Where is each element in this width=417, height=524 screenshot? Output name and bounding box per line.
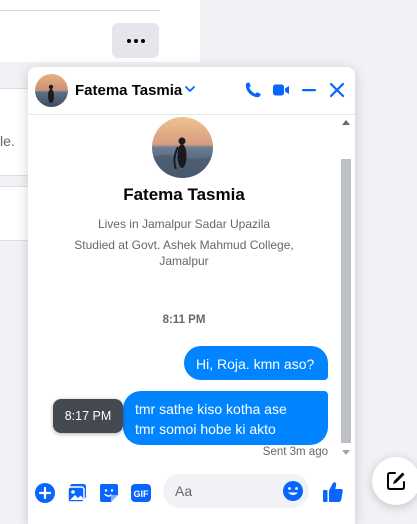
video-icon[interactable] <box>270 79 292 101</box>
scroll-thumb[interactable] <box>341 159 351 443</box>
chevron-down-icon[interactable] <box>183 82 197 96</box>
more-options-button[interactable] <box>112 23 159 58</box>
message-text-line: tmr somoi hobe ki akto <box>135 421 276 437</box>
more-icon <box>126 38 131 43</box>
scrollbar[interactable] <box>339 115 352 467</box>
gif-icon[interactable]: GIF <box>130 482 152 504</box>
svg-text:GIF: GIF <box>134 489 150 499</box>
message-text-line: tmr sathe kiso kotha ase <box>135 401 287 417</box>
chat-contact-name[interactable]: Fatema Tasmia <box>75 82 182 99</box>
profile-avatar-image <box>152 117 213 178</box>
minimize-icon[interactable] <box>298 79 320 101</box>
new-message-button[interactable] <box>372 457 417 505</box>
divider <box>0 10 160 11</box>
image-icon[interactable] <box>66 482 88 504</box>
profile-education: Studied at Govt. Ashek Mahmud College, <box>74 238 294 252</box>
background-post-text: le. <box>0 133 15 149</box>
scroll-up-arrow[interactable] <box>342 120 350 125</box>
emoji-icon[interactable] <box>282 480 304 502</box>
sticker-icon[interactable] <box>98 482 120 504</box>
message-time-tooltip: 8:17 PM <box>53 399 123 433</box>
avatar[interactable] <box>35 74 68 107</box>
background-post-card-2 <box>0 186 30 241</box>
plus-icon[interactable] <box>34 482 56 504</box>
profile-avatar[interactable] <box>152 117 213 178</box>
profile-name: Fatema Tasmia <box>123 185 245 204</box>
compose-icon <box>387 472 405 490</box>
profile-lives-in: Lives in Jamalpur Sadar Upazila <box>97 217 271 231</box>
message-thread[interactable]: Fatema Tasmia Lives in Jamalpur Sadar Up… <box>28 115 355 467</box>
chat-header: Fatema Tasmia <box>28 67 355 115</box>
background-post-card: le. <box>0 88 30 176</box>
message-bubble[interactable]: tmr sathe kiso kotha ase tmr somoi hobe … <box>123 391 328 445</box>
scroll-down-arrow[interactable] <box>342 450 350 455</box>
sent-status: Sent 3m ago <box>262 446 328 458</box>
message-text: Hi, Roja. kmn aso? <box>196 356 315 372</box>
message-composer: GIF <box>28 467 355 524</box>
message-bubble[interactable]: Hi, Roja. kmn aso? <box>184 346 328 380</box>
chat-window: Fatema Tasmia Fatema Tasmia Lives in Jam… <box>28 67 355 524</box>
profile-education-location: Jamalpur <box>159 254 209 268</box>
phone-icon[interactable] <box>242 79 264 101</box>
timestamp-divider: 8:11 PM <box>162 314 206 326</box>
avatar-image <box>35 74 68 107</box>
like-icon[interactable] <box>321 480 345 504</box>
close-icon[interactable] <box>326 79 348 101</box>
